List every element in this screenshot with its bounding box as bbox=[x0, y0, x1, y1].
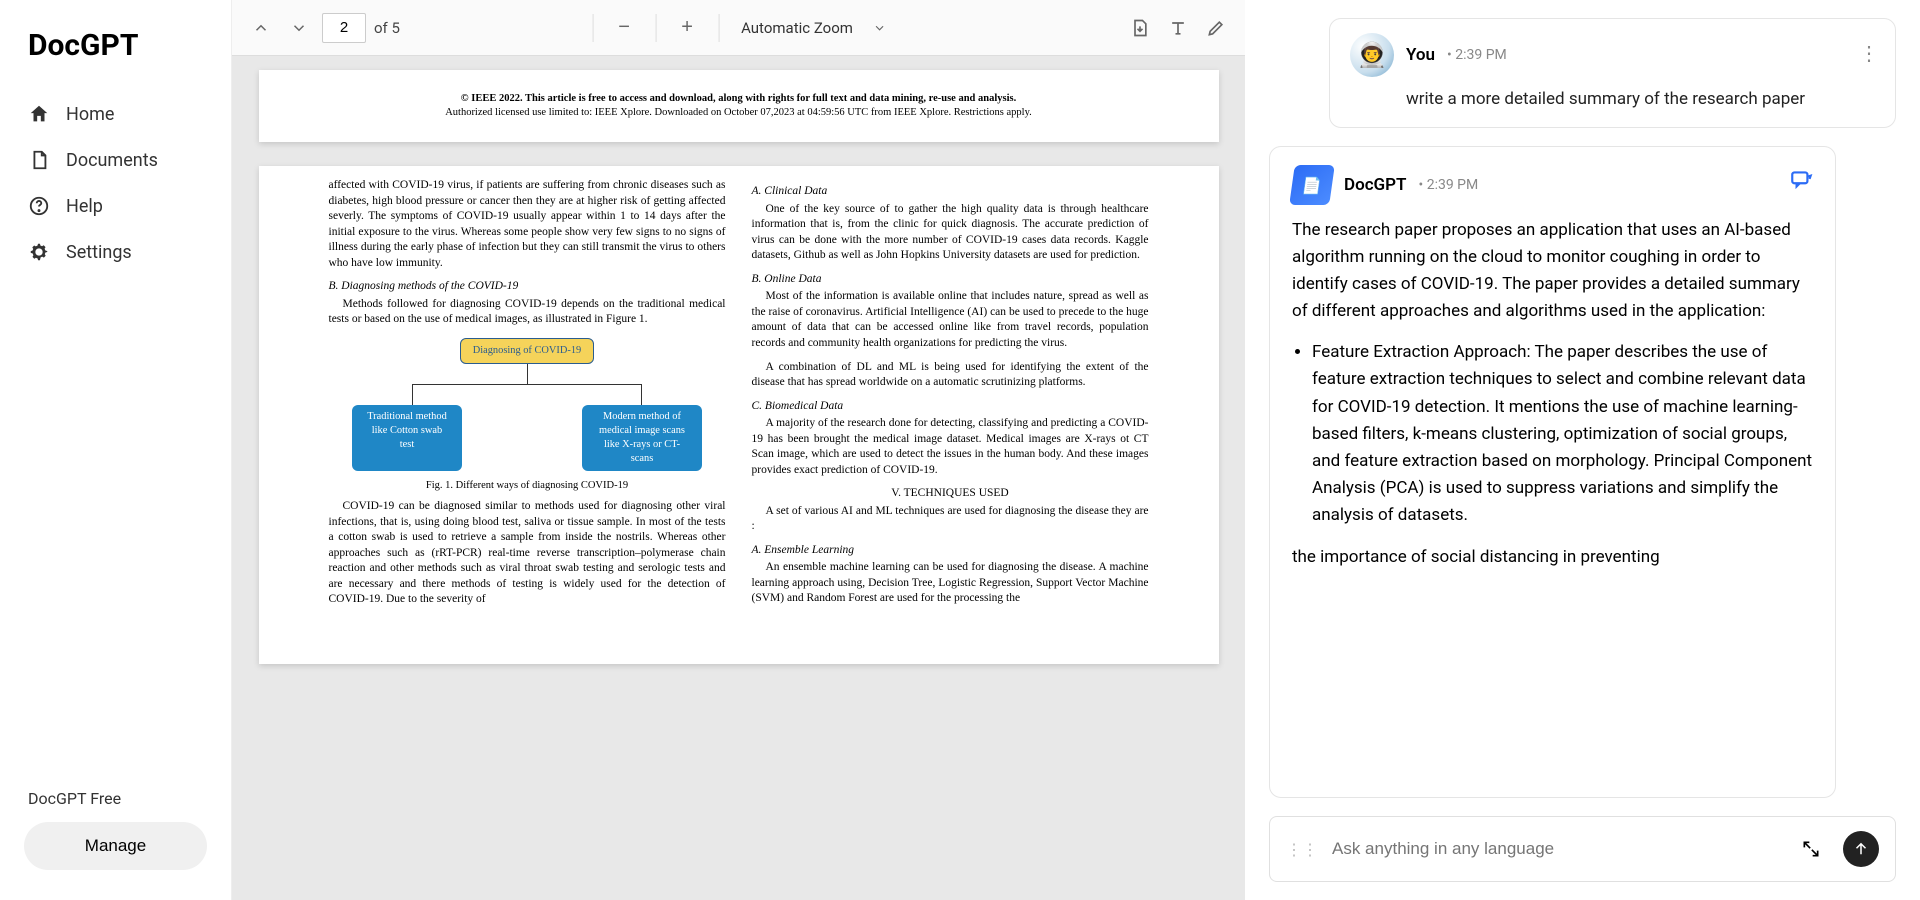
sidebar-item-label: Settings bbox=[66, 242, 132, 263]
doc-paragraph: A majority of the research done for dete… bbox=[752, 416, 1149, 478]
sidebar-item-home[interactable]: Home bbox=[0, 91, 231, 137]
zoom-dropdown-button[interactable] bbox=[865, 13, 895, 43]
divider bbox=[655, 14, 656, 42]
figure-node-right: Modern method of medical image scans lik… bbox=[582, 405, 702, 471]
bot-message: 📄 DocGPT • 2:39 PM The research paper pr… bbox=[1269, 146, 1836, 799]
divider bbox=[592, 14, 593, 42]
page-input[interactable] bbox=[322, 13, 366, 43]
doc-paragraph: One of the key source of to gather the h… bbox=[752, 202, 1149, 264]
doc-paragraph: affected with COVID-19 virus, if patient… bbox=[329, 178, 726, 271]
doc-heading: B. Diagnosing methods of the COVID-19 bbox=[329, 279, 726, 295]
figure-caption: Fig. 1. Different ways of diagnosing COV… bbox=[329, 479, 726, 493]
download-button[interactable] bbox=[1125, 13, 1155, 43]
doc-paragraph: A combination of DL and ML is being used… bbox=[752, 360, 1149, 391]
message-menu-button[interactable]: ⋮ bbox=[1859, 41, 1879, 65]
bot-bullet: Feature Extraction Approach: The paper d… bbox=[1312, 339, 1813, 529]
page-down-button[interactable] bbox=[284, 13, 314, 43]
figure-node-left: Traditional method like Cotton swab test bbox=[352, 405, 462, 471]
user-message-text: write a more detailed summary of the res… bbox=[1406, 87, 1875, 113]
zoom-label[interactable]: Automatic Zoom bbox=[735, 19, 859, 37]
user-message: 👨‍🚀 You • 2:39 PM ⋮ write a more detaile… bbox=[1329, 18, 1896, 128]
drag-handle-icon[interactable]: ⋮⋮ bbox=[1286, 840, 1318, 859]
sidebar-item-documents[interactable]: Documents bbox=[0, 137, 231, 183]
doc-paragraph: An ensemble machine learning can be used… bbox=[752, 560, 1149, 607]
doc-toolbar: of 5 − + Automatic Zoom bbox=[232, 0, 1245, 56]
doc-page-2: affected with COVID-19 virus, if patient… bbox=[259, 166, 1219, 664]
sidebar-item-label: Help bbox=[66, 196, 103, 217]
doc-heading: A. Clinical Data bbox=[752, 184, 1149, 200]
chat-panel: 👨‍🚀 You • 2:39 PM ⋮ write a more detaile… bbox=[1245, 0, 1920, 900]
document-icon bbox=[28, 149, 50, 171]
sidebar-item-settings[interactable]: Settings bbox=[0, 229, 231, 275]
chat-input[interactable] bbox=[1332, 839, 1779, 859]
license-line: Authorized licensed use limited to: IEEE… bbox=[329, 106, 1149, 120]
zoom-in-button[interactable]: + bbox=[672, 13, 702, 43]
bot-bullet: the importance of social distancing in p… bbox=[1292, 544, 1813, 571]
manage-button[interactable]: Manage bbox=[24, 822, 207, 870]
zoom-controls: − + Automatic Zoom bbox=[582, 13, 895, 43]
bot-intro: The research paper proposes an applicati… bbox=[1292, 217, 1813, 326]
help-icon bbox=[28, 195, 50, 217]
doc-heading: A. Ensemble Learning bbox=[752, 543, 1149, 559]
user-avatar: 👨‍🚀 bbox=[1350, 33, 1394, 77]
doc-heading: C. Biomedical Data bbox=[752, 399, 1149, 415]
user-name: You bbox=[1406, 45, 1435, 65]
doc-paragraph: Methods followed for diagnosing COVID-19… bbox=[329, 297, 726, 328]
figure-1: Diagnosing of COVID-19 Traditional metho… bbox=[329, 338, 726, 493]
divider bbox=[718, 14, 719, 42]
doc-paragraph: COVID-19 can be diagnosed similar to met… bbox=[329, 499, 726, 608]
user-time: • 2:39 PM bbox=[1447, 47, 1507, 63]
copyright-line: © IEEE 2022. This article is free to acc… bbox=[329, 92, 1149, 106]
bot-time: • 2:39 PM bbox=[1419, 177, 1479, 193]
bot-avatar: 📄 bbox=[1289, 165, 1335, 205]
app-logo: DocGPT bbox=[0, 20, 231, 91]
document-viewer: of 5 − + Automatic Zoom © IEEE 2022. Thi… bbox=[232, 0, 1245, 900]
text-tool-button[interactable] bbox=[1163, 13, 1193, 43]
feedback-button[interactable] bbox=[1789, 167, 1815, 197]
page-up-button[interactable] bbox=[246, 13, 276, 43]
send-button[interactable] bbox=[1843, 831, 1879, 867]
figure-node-root: Diagnosing of COVID-19 bbox=[460, 338, 595, 364]
chat-input-bar: ⋮⋮ bbox=[1269, 816, 1896, 882]
doc-page-1-tail: © IEEE 2022. This article is free to acc… bbox=[259, 70, 1219, 142]
plan-label: DocGPT Free bbox=[24, 789, 207, 808]
gear-icon bbox=[28, 241, 50, 263]
doc-paragraph: A set of various AI and ML techniques ar… bbox=[752, 504, 1149, 535]
doc-section-heading: V. TECHNIQUES USED bbox=[752, 486, 1149, 502]
page-total: of 5 bbox=[374, 19, 400, 37]
doc-pages[interactable]: © IEEE 2022. This article is free to acc… bbox=[232, 56, 1245, 900]
sidebar: DocGPT Home Documents Help Settings DocG… bbox=[0, 0, 232, 900]
bot-message-body: The research paper proposes an applicati… bbox=[1292, 217, 1813, 571]
draw-tool-button[interactable] bbox=[1201, 13, 1231, 43]
doc-heading: B. Online Data bbox=[752, 272, 1149, 288]
expand-button[interactable] bbox=[1793, 831, 1829, 867]
sidebar-nav: Home Documents Help Settings bbox=[0, 91, 231, 789]
doc-left-column: affected with COVID-19 virus, if patient… bbox=[329, 178, 726, 616]
home-icon bbox=[28, 103, 50, 125]
zoom-out-button[interactable]: − bbox=[609, 13, 639, 43]
sidebar-item-help[interactable]: Help bbox=[0, 183, 231, 229]
sidebar-item-label: Home bbox=[66, 104, 114, 125]
sidebar-footer: DocGPT Free Manage bbox=[0, 789, 231, 880]
sidebar-item-label: Documents bbox=[66, 150, 158, 171]
doc-paragraph: Most of the information is available onl… bbox=[752, 289, 1149, 351]
doc-right-column: A. Clinical Data One of the key source o… bbox=[752, 178, 1149, 616]
bot-name: DocGPT bbox=[1344, 175, 1407, 195]
